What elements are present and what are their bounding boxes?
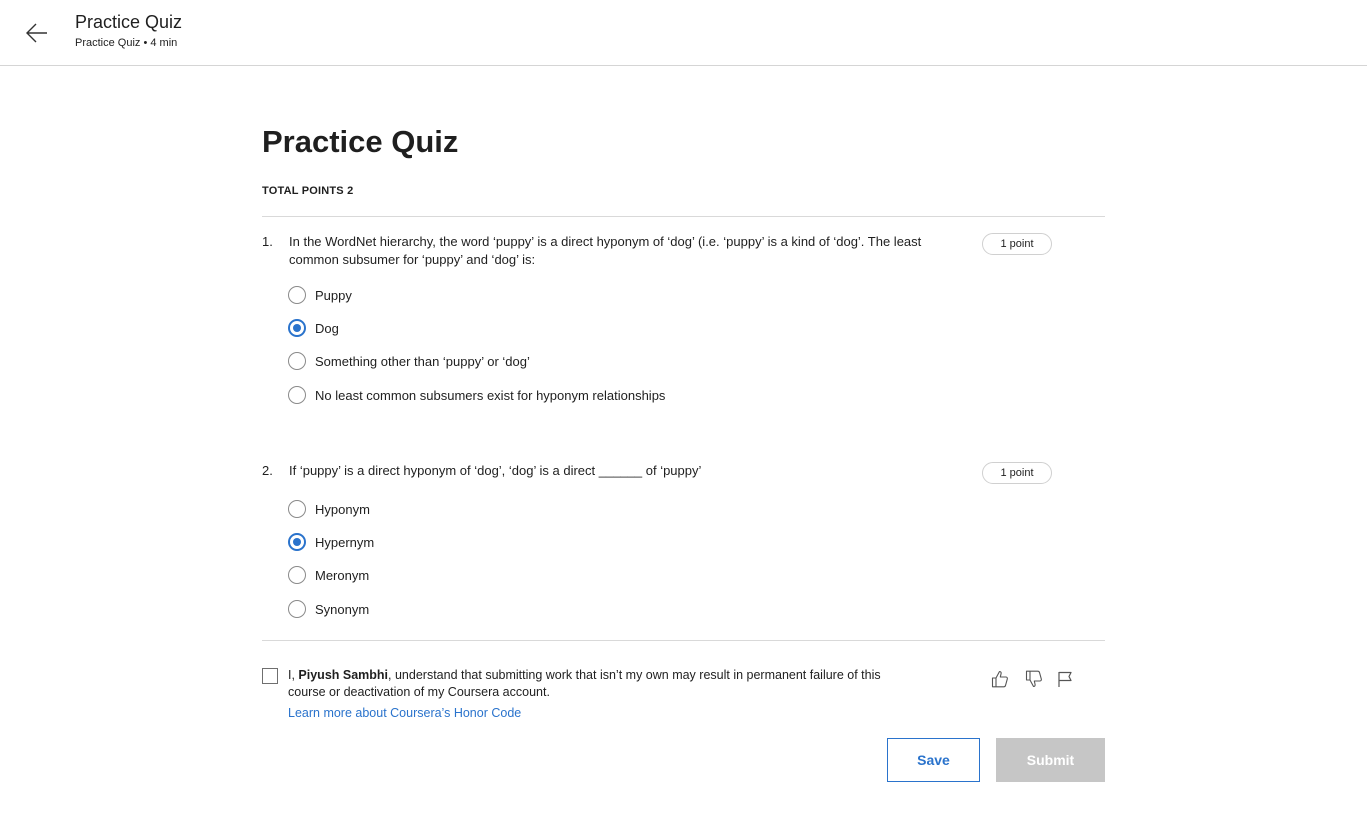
radio-button[interactable] — [288, 500, 306, 518]
option-hypernym[interactable]: Hypernym — [288, 532, 374, 552]
question-number: 1. — [262, 234, 273, 249]
option-hyponym[interactable]: Hyponym — [288, 499, 370, 519]
like-button[interactable] — [989, 668, 1011, 690]
honor-code-checkbox[interactable] — [262, 668, 278, 684]
question-text: If ‘puppy’ is a direct hyponym of ‘dog’,… — [289, 463, 702, 478]
honor-prefix: I, — [288, 668, 299, 682]
radio-button[interactable] — [288, 566, 306, 584]
flag-icon — [1058, 671, 1072, 687]
option-label: Dog — [315, 320, 339, 336]
option-puppy[interactable]: Puppy — [288, 285, 352, 305]
option-meronym[interactable]: Meronym — [288, 565, 369, 585]
question-text: In the WordNet hierarchy, the word ‘pupp… — [289, 234, 922, 267]
arrow-left-icon — [26, 23, 47, 43]
header-subtitle: Practice Quiz • 4 min — [75, 37, 178, 49]
option-label: Something other than ‘puppy’ or ‘dog’ — [315, 353, 530, 369]
divider — [262, 216, 1105, 217]
top-bar: Practice Quiz Practice Quiz • 4 min — [0, 0, 1367, 66]
header-title: Practice Quiz — [75, 12, 183, 32]
total-points: TOTAL POINTS 2 — [262, 185, 354, 197]
option-something-other[interactable]: Something other than ‘puppy’ or ‘dog’ — [288, 351, 530, 371]
submit-button[interactable]: Submit — [996, 738, 1105, 782]
radio-button[interactable] — [288, 600, 306, 618]
option-label: No least common subsumers exist for hypo… — [315, 387, 666, 403]
option-label: Hypernym — [315, 534, 375, 550]
radio-button-selected[interactable] — [288, 533, 306, 551]
option-synonym[interactable]: Synonym — [288, 599, 369, 619]
radio-button[interactable] — [288, 352, 306, 370]
dislike-button[interactable] — [1023, 668, 1045, 690]
honor-code-link[interactable]: Learn more about Coursera’s Honor Code — [288, 706, 521, 720]
option-label: Puppy — [315, 287, 352, 303]
thumbs-up-icon — [991, 670, 1008, 688]
radio-button[interactable] — [288, 286, 306, 304]
option-label: Meronym — [315, 567, 370, 583]
thumbs-down-icon — [1025, 670, 1042, 688]
save-button[interactable]: Save — [887, 738, 980, 782]
divider — [262, 640, 1105, 641]
option-label: Hyponym — [315, 501, 370, 517]
option-dog[interactable]: Dog — [288, 318, 339, 338]
radio-button-selected[interactable] — [288, 319, 306, 337]
option-no-lcs[interactable]: No least common subsumers exist for hypo… — [288, 385, 665, 405]
points-badge: 1 point — [982, 233, 1052, 255]
page-title: Practice Quiz — [262, 124, 459, 159]
points-badge: 1 point — [982, 462, 1052, 484]
question-number: 2. — [262, 463, 273, 478]
user-name: Piyush Sambhi — [298, 668, 389, 682]
back-button[interactable] — [22, 18, 52, 48]
report-button[interactable] — [1054, 668, 1076, 690]
honor-code-statement: I, Piyush Sambhi, understand that submit… — [288, 667, 898, 701]
radio-button[interactable] — [288, 386, 306, 404]
option-label: Synonym — [315, 601, 370, 617]
